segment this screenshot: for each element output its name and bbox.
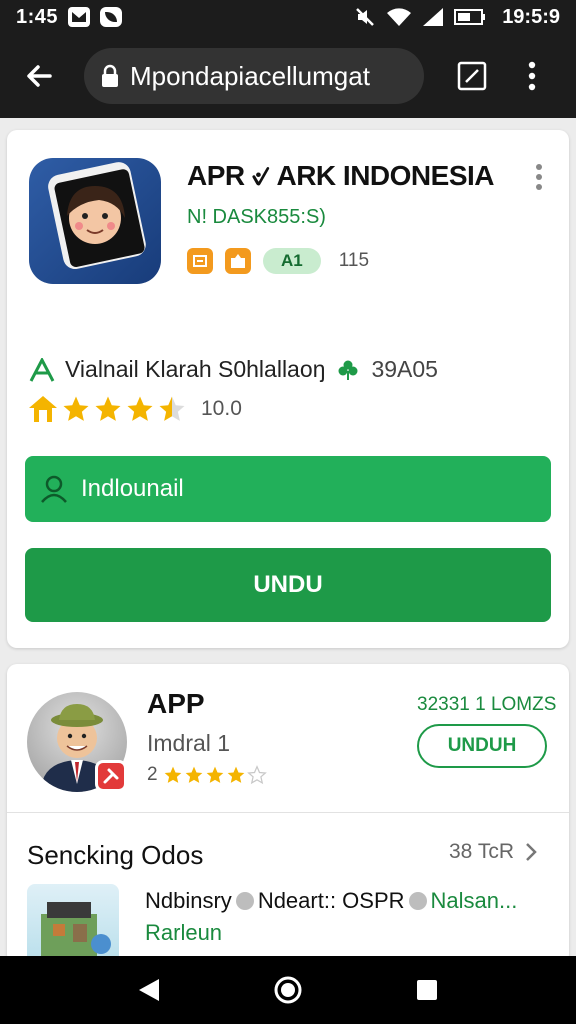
section-title: Sencking Odos bbox=[27, 840, 204, 870]
list-item-subtitle: Rarleun bbox=[145, 920, 223, 945]
url-text: Mpondapiacellumgat bbox=[130, 60, 370, 91]
app2-title: APP bbox=[147, 688, 205, 719]
rating-value: 10.0 bbox=[201, 397, 242, 420]
install-label: Indlounail bbox=[81, 475, 184, 502]
list-item-part1: Ndbinsry bbox=[145, 888, 232, 913]
star-empty-icon bbox=[246, 765, 267, 785]
edit-icon bbox=[457, 61, 487, 91]
more-vertical-icon bbox=[528, 61, 536, 91]
gmail-notification-icon bbox=[68, 7, 91, 27]
list-item-title[interactable]: Ndbinsry Ndeart:: OSPR Nalsan... bbox=[145, 888, 517, 914]
clover-icon bbox=[338, 360, 358, 380]
square-recents-icon bbox=[416, 980, 437, 1000]
badge-count: 115 bbox=[338, 250, 370, 271]
app-icon bbox=[29, 158, 161, 284]
wifi-icon bbox=[387, 8, 412, 26]
star-icon bbox=[95, 396, 121, 421]
app2-download-count: 32331 1 LOMZS bbox=[417, 694, 557, 715]
overflow-menu-button[interactable] bbox=[514, 54, 550, 98]
status-bar: 1:45 19:5:9 bbox=[0, 0, 576, 34]
arrow-left-icon bbox=[27, 65, 52, 87]
download-button[interactable]: UNDU bbox=[25, 548, 551, 622]
app-title: APR ୰ ARK INDONESIA bbox=[187, 160, 495, 191]
list-item-thumbnail[interactable] bbox=[27, 884, 119, 964]
user-icon bbox=[41, 475, 67, 503]
card-more-button[interactable] bbox=[529, 162, 549, 192]
related-apps-card: APP Imdral 1 2 32331 1 LOMZS UNDUH Senck… bbox=[7, 664, 569, 964]
letter-a-icon bbox=[29, 357, 55, 382]
section-link-text: 38 TcR bbox=[449, 840, 514, 863]
mute-icon bbox=[356, 8, 375, 26]
edit-button[interactable] bbox=[452, 56, 492, 96]
section-more-link[interactable]: 38 TcR bbox=[449, 840, 538, 864]
app2-rating: 2 bbox=[147, 764, 267, 786]
developer-name[interactable]: N! DASK855:S) bbox=[187, 206, 326, 229]
app-size: 39A05 bbox=[371, 356, 438, 382]
separator-dot-icon bbox=[408, 892, 427, 910]
list-item-image bbox=[41, 902, 111, 964]
status-time: 1:45 bbox=[16, 5, 59, 28]
home-circle-icon bbox=[274, 976, 302, 1004]
info-label: Vialnail Klarah S0hlallaoŋ bbox=[65, 356, 326, 382]
list-item-part3: Nalsan... bbox=[430, 888, 518, 913]
nav-back-button[interactable] bbox=[127, 968, 171, 1012]
star-icon bbox=[63, 396, 89, 421]
triangle-back-icon bbox=[139, 979, 160, 1001]
back-button[interactable] bbox=[14, 51, 64, 101]
lock-icon bbox=[102, 64, 118, 87]
chevron-right-icon bbox=[526, 843, 537, 861]
star-icon bbox=[206, 766, 223, 783]
content-rating-icon bbox=[187, 248, 213, 274]
install-button[interactable]: Indlounail bbox=[25, 456, 551, 522]
divider bbox=[7, 812, 569, 813]
home-badge-icon bbox=[29, 396, 57, 422]
app-icon-image bbox=[48, 162, 146, 270]
app2-rating-num: 2 bbox=[147, 764, 158, 785]
star-icon bbox=[227, 766, 244, 783]
system-nav-bar bbox=[0, 956, 576, 1024]
category-icon bbox=[225, 248, 251, 274]
tools-badge-icon bbox=[95, 760, 127, 792]
rating-row: 10.0 bbox=[27, 394, 242, 424]
star-icon bbox=[185, 766, 202, 783]
star-half-icon bbox=[159, 396, 185, 421]
separator-dot-icon bbox=[235, 892, 254, 910]
battery-icon bbox=[454, 9, 486, 25]
star-icon bbox=[127, 396, 153, 421]
nav-home-button[interactable] bbox=[266, 968, 310, 1012]
browser-toolbar: Mpondapiacellumgat bbox=[0, 34, 576, 118]
star-icon bbox=[164, 766, 181, 783]
nav-recents-button[interactable] bbox=[405, 968, 449, 1012]
list-item-part2: Ndeart:: OSPR bbox=[257, 888, 405, 913]
badge-row: A1 115 bbox=[187, 248, 369, 274]
unduh-button[interactable]: UNDUH bbox=[417, 724, 547, 768]
signal-icon bbox=[423, 8, 444, 26]
url-bar[interactable]: Mpondapiacellumgat bbox=[84, 48, 424, 104]
info-row: Vialnail Klarah S0hlallaoŋ 39A05 bbox=[29, 356, 438, 383]
app-notification-icon bbox=[100, 7, 123, 27]
app-detail-card: APR ୰ ARK INDONESIA N! DASK855:S) A1 115… bbox=[7, 130, 569, 648]
age-badge: A1 bbox=[263, 248, 321, 274]
status-clock: 19:5:9 bbox=[502, 5, 560, 28]
app2-subtitle: Imdral 1 bbox=[147, 730, 231, 756]
status-indicators: 19:5:9 bbox=[354, 6, 560, 29]
